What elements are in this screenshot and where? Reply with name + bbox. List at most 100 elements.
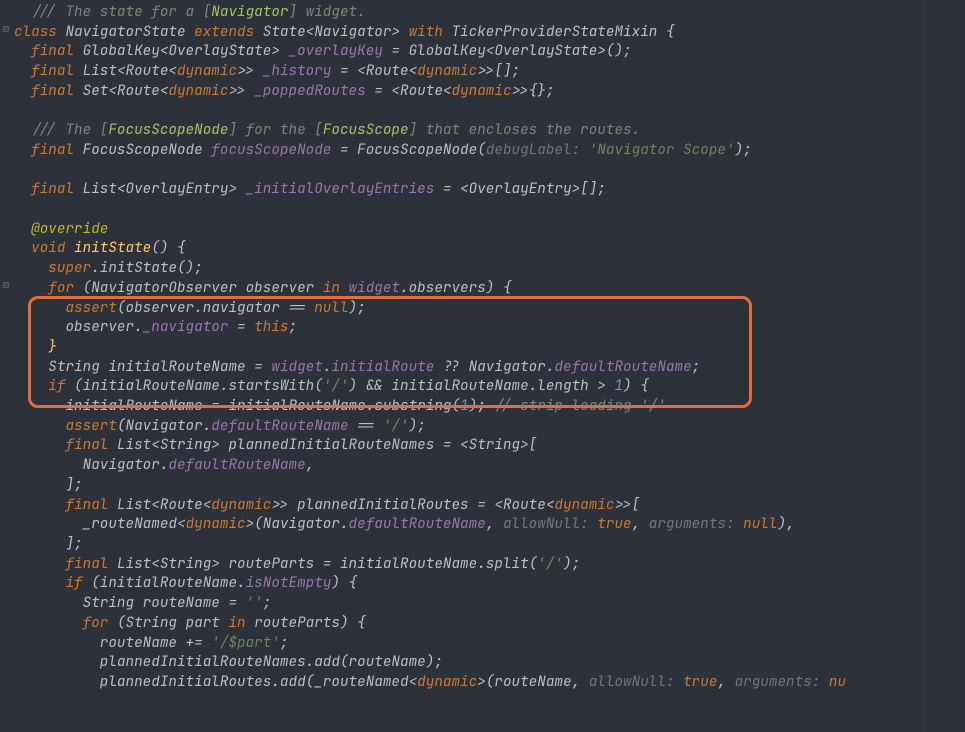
token-str: '/' — [383, 416, 409, 435]
code-line[interactable]: final List<String> routeParts = initialR… — [14, 554, 846, 574]
token-punct: ( — [117, 298, 126, 317]
token-punct: . — [134, 317, 143, 336]
code-line[interactable] — [14, 101, 846, 121]
code-line[interactable]: final Set<Route<dynamic>> _poppedRoutes … — [14, 81, 846, 101]
token-param: allowNull: — [503, 514, 597, 533]
code-line[interactable]: String initialRouteName = widget.initial… — [14, 357, 846, 377]
token-param: allowNull: — [589, 672, 683, 691]
token-cls: List — [117, 495, 151, 514]
token-punct: { — [666, 22, 675, 41]
code-line[interactable]: String routeName = ''; — [14, 593, 846, 613]
token-punct: , — [632, 514, 649, 533]
code-line[interactable]: super.initState(); — [14, 258, 846, 278]
code-line[interactable]: /// The state for a [Navigator] widget. — [14, 2, 846, 22]
token-kw: void — [14, 238, 74, 257]
token-cls: Navigator — [314, 22, 391, 41]
code-line[interactable]: assert(observer.navigator == null); — [14, 298, 846, 318]
code-editor[interactable]: /// The state for a [Navigator] widget.c… — [0, 0, 965, 732]
token-punct: ) { — [340, 613, 366, 632]
code-line[interactable]: /// The [FocusScopeNode] for the [FocusS… — [14, 120, 846, 140]
token-punct: > — [211, 554, 228, 573]
token-plain — [14, 101, 31, 120]
token-kw: in — [228, 613, 254, 632]
token-punct: >>[ — [614, 495, 640, 514]
token-punct: ; — [280, 633, 289, 652]
code-line[interactable]: ]; — [14, 475, 846, 495]
token-punct: < — [409, 61, 418, 80]
token-fieldI: defaultRouteName — [168, 455, 305, 474]
code-line[interactable]: } — [14, 337, 846, 357]
token-cmt: /// The [ — [14, 120, 108, 139]
token-cmt: ] for the [ — [228, 120, 322, 139]
token-punct: ( — [74, 376, 83, 395]
code-line[interactable]: ]; — [14, 534, 846, 554]
token-kw: dynamic — [168, 81, 228, 100]
code-line[interactable]: if (initialRouteName.startsWith('/') && … — [14, 376, 846, 396]
token-punct: ; — [692, 357, 701, 376]
code-line[interactable] — [14, 160, 846, 180]
token-kw: nu — [829, 672, 846, 691]
token-punct: ) { — [486, 278, 512, 297]
code-line[interactable]: final List<Route<dynamic>> plannedInitia… — [14, 495, 846, 515]
token-punct: = < — [434, 435, 468, 454]
code-line[interactable]: void initState() { — [14, 238, 846, 258]
code-line[interactable]: final List<Route<dynamic>> _history = <R… — [14, 61, 846, 81]
token-func: initState — [74, 238, 151, 257]
code-line[interactable]: observer._navigator = this; — [14, 317, 846, 337]
fold-marker-icon[interactable]: ⊟ — [1, 24, 11, 34]
token-cls: String — [469, 435, 520, 454]
token-punct: . — [477, 554, 486, 573]
code-line[interactable]: plannedInitialRouteNames.add(routeName); — [14, 652, 846, 672]
token-kw: dynamic — [211, 495, 271, 514]
token-punct: ( — [117, 613, 126, 632]
code-line[interactable]: final List<OverlayEntry> _initialOverlay… — [14, 179, 846, 199]
token-punct: ); — [469, 396, 495, 415]
token-punct: < — [409, 672, 418, 691]
code-line[interactable]: _routeNamed<dynamic>(Navigator.defaultRo… — [14, 514, 846, 534]
token-punct: ]; — [14, 534, 83, 553]
token-id: startsWith — [228, 376, 314, 395]
token-punct: . — [529, 376, 538, 395]
code-line[interactable]: initialRouteName = initialRouteName.subs… — [14, 396, 846, 416]
token-kw: final — [14, 554, 117, 573]
token-param: debugLabel: — [486, 140, 589, 159]
code-line[interactable]: plannedInitialRoutes.add(_routeNamed<dyn… — [14, 672, 846, 692]
token-cls: OverlayEntry — [469, 179, 572, 198]
code-line[interactable] — [14, 199, 846, 219]
token-punct: < — [306, 22, 315, 41]
token-field: _history — [263, 61, 332, 80]
token-id: routeName += — [14, 633, 211, 652]
token-punct: > — [589, 376, 615, 395]
token-kw: assert — [14, 416, 117, 435]
token-field: widget — [349, 278, 400, 297]
token-punct: >[ — [520, 435, 537, 454]
code-area[interactable]: /// The state for a [Navigator] widget.c… — [14, 2, 846, 692]
token-punct: < — [151, 495, 160, 514]
token-punct: < — [151, 554, 160, 573]
token-punct: ( — [477, 140, 486, 159]
fold-marker-icon[interactable]: ⊟ — [1, 280, 11, 290]
token-link: FocusScopeNode — [108, 120, 228, 139]
token-punct: = < — [331, 61, 365, 80]
code-line[interactable]: for (NavigatorObserver observer in widge… — [14, 278, 846, 298]
token-punct: ); — [409, 416, 426, 435]
token-punct: >( — [246, 514, 263, 533]
code-line[interactable]: class NavigatorState extends State<Navig… — [14, 22, 846, 42]
code-line[interactable]: for (String part in routeParts) { — [14, 613, 846, 633]
token-kw: in — [323, 278, 349, 297]
code-line[interactable]: final FocusScopeNode focusScopeNode = Fo… — [14, 140, 846, 160]
token-punct: ?? — [434, 357, 468, 376]
code-line[interactable]: if (initialRouteName.isNotEmpty) { — [14, 573, 846, 593]
code-line[interactable]: final List<String> plannedInitialRouteNa… — [14, 435, 846, 455]
code-line[interactable]: @override — [14, 219, 846, 239]
token-kw: dynamic — [177, 61, 237, 80]
token-kw: final — [14, 140, 83, 159]
token-punct: >( — [477, 672, 494, 691]
token-punct: ); — [735, 140, 752, 159]
code-line[interactable]: Navigator.defaultRouteName, — [14, 455, 846, 475]
token-punct: = — [314, 554, 340, 573]
code-line[interactable]: assert(Navigator.defaultRouteName == '/'… — [14, 416, 846, 436]
code-line[interactable]: routeName += '/$part'; — [14, 633, 846, 653]
code-line[interactable]: final GlobalKey<OverlayState> _overlayKe… — [14, 41, 846, 61]
token-punct: ); — [563, 554, 580, 573]
